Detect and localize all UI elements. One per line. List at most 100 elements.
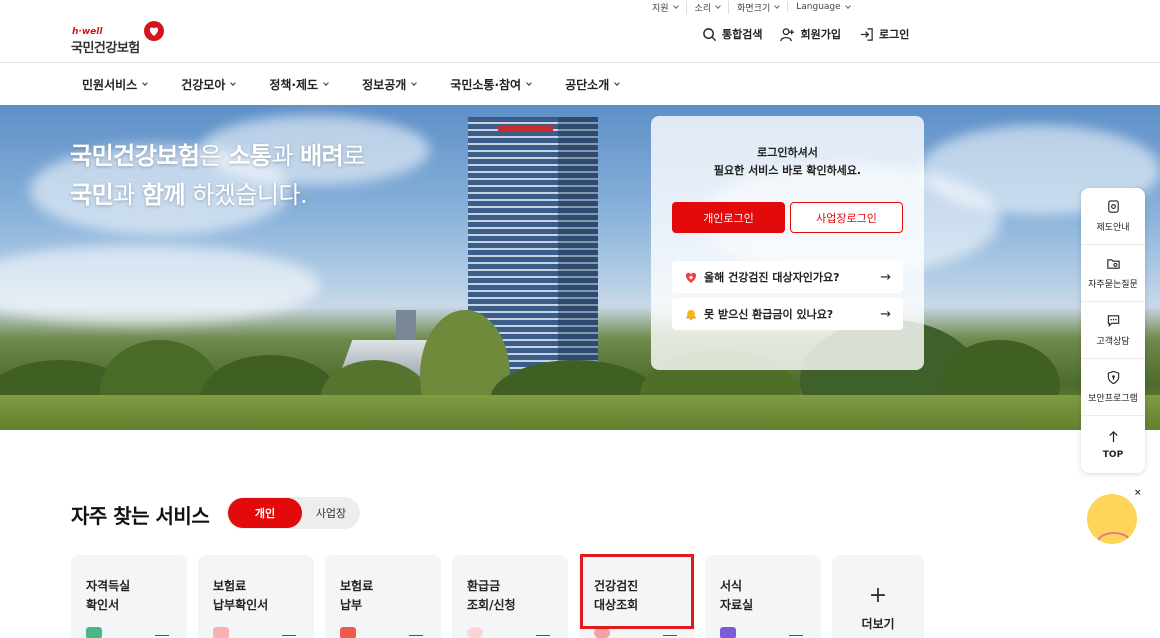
- arrow-right-icon: [663, 635, 677, 636]
- nav-label: 정보공개: [362, 77, 407, 92]
- util-screen-size-label: 화면크기: [737, 3, 771, 14]
- more-label: 더보기: [861, 616, 895, 631]
- join-button[interactable]: 회원가입: [780, 26, 841, 42]
- tab-business[interactable]: 사업장: [305, 498, 357, 528]
- building-sign: [498, 125, 553, 131]
- util-support-label: 지원: [652, 3, 669, 14]
- util-sound[interactable]: 소리: [685, 0, 729, 14]
- service-card-forms[interactable]: 서식 자료실: [705, 555, 821, 638]
- quick-label: 고객상담: [1096, 337, 1130, 347]
- card-title: 환급금 조회/신청: [467, 577, 516, 615]
- coin-icon: [467, 627, 483, 638]
- slogan-text: 과: [271, 142, 301, 170]
- util-language-label: Language: [796, 2, 841, 12]
- site-logo[interactable]: h·well 국민건강보험: [71, 20, 171, 56]
- card-title-line1: 보험료: [213, 579, 247, 593]
- nav-policy[interactable]: 정책·제도: [269, 63, 329, 105]
- card-title-line1: 보험료: [340, 579, 374, 593]
- chevron-down-icon: [774, 2, 781, 9]
- card-title: 서식 자료실: [720, 577, 753, 615]
- nav-label: 국민소통·참여: [450, 77, 522, 92]
- nav-civil-service[interactable]: 민원서비스: [82, 63, 149, 105]
- service-card-premium-payment[interactable]: 보험료 납부: [325, 555, 441, 638]
- slogan-bold: 소통: [228, 142, 272, 170]
- cloud: [0, 245, 320, 325]
- slogan-text: 과: [113, 181, 142, 209]
- chevron-down-icon: [614, 79, 621, 86]
- certificate-icon: [86, 627, 102, 638]
- slogan-text: 로: [343, 142, 365, 170]
- chevron-down-icon: [323, 79, 329, 86]
- chevron-down-icon: [142, 79, 149, 86]
- nav-disclosure[interactable]: 정보공개: [362, 63, 418, 105]
- slogan-bold: 국민: [70, 181, 114, 209]
- arrow-up-icon: [1108, 430, 1118, 443]
- payment-icon: [340, 627, 356, 638]
- quick-faq[interactable]: 자주묻는질문: [1081, 245, 1145, 302]
- main-nav: 민원서비스 건강모아 정책·제도 정보공개 국민소통·참여 공단소개: [82, 63, 653, 105]
- add-user-icon: [780, 27, 795, 41]
- folder-search-icon: [1106, 259, 1120, 269]
- nav-about[interactable]: 공단소개: [565, 63, 621, 105]
- personal-login-button[interactable]: 개인로그인: [672, 202, 785, 233]
- hero-line-2: 국민과 함께 하겠습니다.: [70, 176, 365, 215]
- login-icon: [860, 27, 873, 41]
- nav-label: 민원서비스: [82, 77, 138, 92]
- util-screen-size[interactable]: 화면크기: [728, 0, 787, 14]
- hero-banner: 국민건강보험은 소통과 배려로 국민과 함께 하겠습니다.: [0, 105, 1160, 430]
- nav-participation[interactable]: 국민소통·참여: [450, 63, 532, 105]
- card-title: 보험료납부확인서: [213, 577, 268, 615]
- nav-label: 공단소개: [565, 77, 610, 92]
- arrow-right-icon: [282, 635, 296, 636]
- login-prompt-line1: 로그인하셔서: [757, 146, 818, 159]
- quick-security-program[interactable]: 보안프로그램: [1081, 359, 1145, 416]
- arrow-right-icon: [155, 635, 169, 636]
- chevron-down-icon: [844, 2, 851, 9]
- quick-label: 보안프로그램: [1088, 394, 1138, 404]
- service-card-more[interactable]: + 더보기: [832, 555, 924, 638]
- refund-link[interactable]: 못 받으신 환급금이 있나요? →: [672, 298, 903, 330]
- nav-health-moa[interactable]: 건강모아: [181, 63, 237, 105]
- quick-system-guide[interactable]: 제도안내: [1081, 188, 1145, 245]
- folder-icon: [720, 627, 736, 638]
- util-language[interactable]: Language: [787, 2, 857, 12]
- quick-label: TOP: [1102, 450, 1124, 460]
- heart-logo-icon: [144, 21, 164, 41]
- login-prompt: 로그인하셔서 필요한 서비스 바로 확인하세요.: [651, 144, 924, 180]
- login-button[interactable]: 로그인: [859, 26, 909, 42]
- slogan-text: 은: [199, 142, 229, 170]
- quick-menu: 제도안내 자주묻는질문 고객상담 보안프로그램 TOP: [1081, 188, 1145, 473]
- slogan-bold: 국민건강보험: [70, 142, 200, 170]
- chatbot-avatar[interactable]: [1087, 494, 1137, 544]
- business-login-button[interactable]: 사업장로그인: [790, 202, 903, 233]
- card-title: 보험료 납부: [340, 577, 373, 615]
- slogan-text: 하겠습니다.: [185, 181, 308, 209]
- quick-customer-support[interactable]: 고객상담: [1081, 302, 1145, 359]
- checkup-eligibility-link[interactable]: 올해 건강검진 대상자인가요? →: [672, 261, 903, 293]
- card-title-line2: 납부확인서: [213, 598, 269, 612]
- page: 지원 소리 화면크기 Language h·well 국민건강보험 통합검색 회…: [0, 0, 1160, 638]
- util-sound-label: 소리: [694, 3, 712, 14]
- close-icon[interactable]: ×: [1134, 488, 1142, 498]
- arrow-right-icon: [409, 635, 423, 636]
- service-card-refund[interactable]: 환급금 조회/신청: [452, 555, 568, 638]
- frequent-services-tabs: 개인 사업장: [227, 497, 360, 529]
- arrow-right-icon: [536, 635, 550, 636]
- refund-label: 못 받으신 환급금이 있나요?: [704, 308, 834, 321]
- logo-tag: h·well: [72, 27, 103, 37]
- search-button[interactable]: 통합검색: [702, 26, 762, 42]
- header-actions: 통합검색 회원가입 로그인: [702, 26, 909, 42]
- quick-top-button[interactable]: TOP: [1081, 416, 1145, 473]
- card-title-line2: 확인서: [86, 598, 120, 612]
- service-card-premium-certificate[interactable]: 보험료납부확인서: [198, 555, 314, 638]
- arrow-right-icon: [789, 635, 803, 636]
- service-card-qualification[interactable]: 자격득실 확인서: [71, 555, 187, 638]
- join-label: 회원가입: [800, 28, 841, 41]
- checkup-eligibility-label: 올해 건강검진 대상자인가요?: [704, 271, 840, 284]
- receipt-icon: [213, 627, 229, 638]
- tab-personal[interactable]: 개인: [228, 498, 302, 528]
- util-support[interactable]: 지원: [650, 1, 686, 14]
- card-title: 자격득실 확인서: [86, 577, 130, 615]
- login-card: 로그인하셔서 필요한 서비스 바로 확인하세요. 개인로그인 사업장로그인 올해…: [651, 116, 924, 370]
- hero-line-1: 국민건강보험은 소통과 배려로: [70, 137, 365, 176]
